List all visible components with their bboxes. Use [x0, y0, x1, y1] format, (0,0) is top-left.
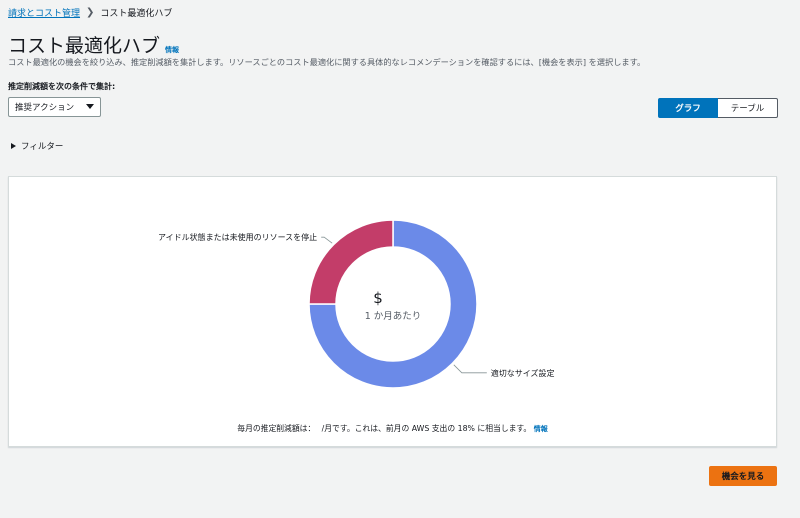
- title-row: コスト最適化ハブ 情報: [8, 31, 179, 58]
- donut-center-unit: 1 か月あたり: [365, 311, 422, 322]
- breadcrumb-billing-link[interactable]: 請求とコスト管理: [8, 6, 80, 19]
- donut-leader-line: [321, 236, 333, 244]
- aggregate-select[interactable]: 推奨アクション: [8, 97, 101, 117]
- page-title: コスト最適化ハブ: [8, 35, 161, 57]
- chevron-right-icon: ❯: [86, 7, 95, 18]
- breadcrumb-current: コスト最適化ハブ: [100, 9, 173, 19]
- donut-chart: $ 1 か月あたり 適切なサイズ設定 アイドル状態または未使用のリソースを停止: [158, 219, 555, 389]
- savings-summary: 毎月の推定削減額は： /月です。これは、前月の AWS 支出の 18% に相当し…: [9, 423, 776, 434]
- aggregate-label: 推定削減額を次の条件で集計:: [8, 82, 116, 91]
- table-view-button[interactable]: テーブル: [718, 98, 778, 118]
- caret-down-icon: [86, 104, 94, 109]
- savings-summary-text: 毎月の推定削減額は： /月です。これは、前月の AWS 支出の 18% に相当し…: [237, 424, 532, 433]
- breadcrumb: 請求とコスト管理 ❯ コスト最適化ハブ: [8, 6, 172, 19]
- summary-info-link[interactable]: 情報: [534, 425, 548, 433]
- donut-slice-label: アイドル状態または未使用のリソースを停止: [158, 232, 317, 242]
- graph-view-button[interactable]: グラフ: [658, 98, 718, 118]
- view-toggle: グラフ テーブル: [658, 98, 778, 118]
- filter-expander[interactable]: フィルター: [11, 140, 63, 152]
- donut-leader-line: [453, 364, 487, 374]
- caret-right-icon: [11, 143, 16, 149]
- donut-slice-label: 適切なサイズ設定: [491, 368, 555, 378]
- view-opportunities-button[interactable]: 機会を見る: [709, 466, 777, 486]
- chart-panel: $ 1 か月あたり 適切なサイズ設定 アイドル状態または未使用のリソースを停止 毎…: [8, 176, 777, 447]
- filter-label: フィルター: [21, 142, 64, 152]
- donut-center-value: $: [373, 289, 383, 307]
- aggregate-select-value: 推奨アクション: [15, 103, 75, 113]
- header-info-link[interactable]: 情報: [165, 45, 179, 55]
- page-description: コスト最適化の機会を絞り込み、推定削減額を集計します。リソースごとのコスト最適化…: [8, 57, 646, 67]
